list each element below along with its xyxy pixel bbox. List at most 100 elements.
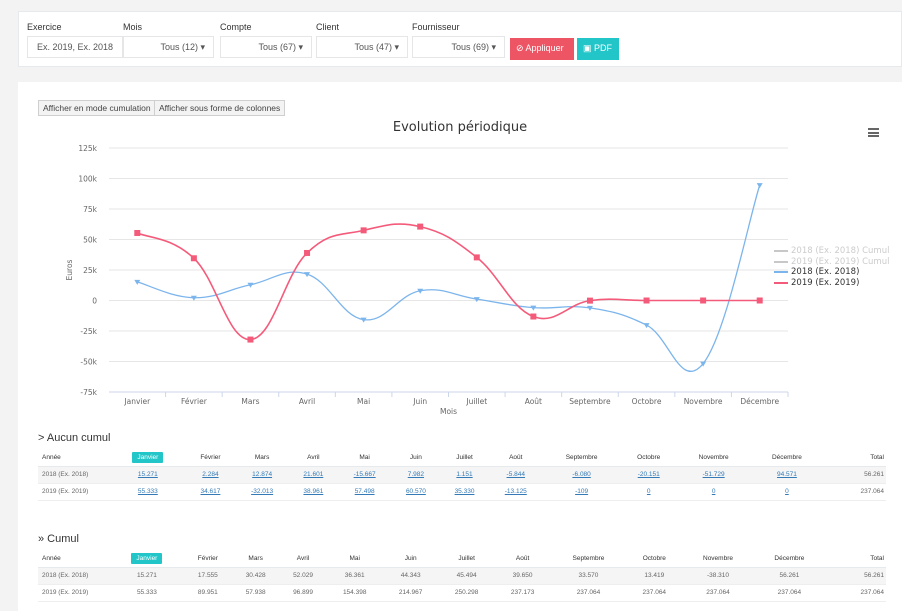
value-link[interactable]: 57.498 <box>355 488 375 495</box>
table-cell: 44.343 <box>382 567 439 585</box>
value-link[interactable]: -5.844 <box>507 471 525 478</box>
column-header[interactable]: Avril <box>279 550 327 568</box>
y-tick-label: 100k <box>78 175 97 184</box>
table-cell: 1.151 <box>440 466 489 484</box>
column-header[interactable]: Novembre <box>682 550 754 568</box>
column-header[interactable]: Octobre <box>620 449 677 467</box>
value-link[interactable]: 94.571 <box>777 471 797 478</box>
column-header[interactable]: Décembre <box>753 550 826 568</box>
fournisseur-select[interactable]: Tous (69) ▾ <box>412 36 505 58</box>
table-cell: 0 <box>676 483 751 501</box>
column-header[interactable]: Mai <box>337 449 392 467</box>
table-cell: 39.650 <box>494 567 551 585</box>
table-cell: 21.601 <box>289 466 338 484</box>
column-header[interactable]: Février <box>183 550 232 568</box>
table-row: 2019 (Ex. 2019) 55.333 34.617 -32.013 38.961… <box>38 483 886 501</box>
chart-legend: 2018 (Ex. 2018) Cumul 2019 (Ex. 2019) Cum… <box>774 246 889 288</box>
column-header[interactable]: Mars <box>231 550 280 568</box>
table-cell: 0 <box>750 483 824 501</box>
mois-select[interactable]: Tous (12) ▾ <box>123 36 214 58</box>
y-tick-label: 125k <box>78 144 97 153</box>
column-header[interactable]: Septembre <box>542 449 621 467</box>
column-header[interactable]: Total <box>825 550 886 568</box>
y-tick-label: 0 <box>92 297 97 306</box>
data-point-square <box>643 297 650 304</box>
filter-mois: Mois Tous (12) ▾ <box>123 22 214 58</box>
table-cell: -13.125 <box>488 483 543 501</box>
column-header[interactable]: Juillet <box>438 550 495 568</box>
table-cell: 154.398 <box>326 584 383 602</box>
column-header[interactable]: Octobre <box>626 550 683 568</box>
column-header[interactable]: Août <box>494 550 551 568</box>
value-link[interactable]: 12.874 <box>252 471 272 478</box>
value-link[interactable]: 1.151 <box>456 471 472 478</box>
legend-item[interactable]: 2019 (Ex. 2019) <box>774 278 889 289</box>
column-header[interactable]: Mars <box>235 449 290 467</box>
table-cell: 2018 (Ex. 2018) <box>38 466 110 484</box>
value-link[interactable]: 55.333 <box>138 488 158 495</box>
legend-item[interactable]: 2018 (Ex. 2018) Cumul <box>774 246 889 257</box>
column-header[interactable]: Juillet <box>440 449 489 467</box>
value-link[interactable]: 35.330 <box>455 488 475 495</box>
value-link[interactable]: 38.961 <box>303 488 323 495</box>
column-header[interactable]: Juin <box>382 550 439 568</box>
x-tick-label: Novembre <box>684 397 723 406</box>
value-link[interactable]: -20.151 <box>638 471 660 478</box>
filter-label: Mois <box>123 22 143 32</box>
value-link[interactable]: -13.125 <box>505 488 527 495</box>
legend-label: 2018 (Ex. 2018) Cumul <box>791 246 890 257</box>
exercice-select[interactable]: Ex. 2019, Ex. 2018 <box>27 36 123 58</box>
column-header[interactable]: Janvier <box>110 550 184 568</box>
table-cell: 237.064 <box>550 584 627 602</box>
column-header[interactable]: Juin <box>391 449 441 467</box>
legend-swatch <box>774 281 788 284</box>
column-header[interactable]: Décembre <box>750 449 824 467</box>
column-header[interactable]: Avril <box>289 449 338 467</box>
client-select[interactable]: Tous (47) ▾ <box>316 36 408 58</box>
column-header[interactable]: Total <box>823 449 886 467</box>
column-header[interactable]: Août <box>488 449 543 467</box>
column-header[interactable]: Mai <box>326 550 383 568</box>
compte-select[interactable]: Tous (67) ▾ <box>220 36 312 58</box>
value-link[interactable]: 7.982 <box>408 471 424 478</box>
y-tick-label: -25k <box>80 327 97 336</box>
table-cell: 2018 (Ex. 2018) <box>38 567 110 585</box>
pdf-button[interactable]: ▣ PDF <box>577 38 619 60</box>
table-cell: -32.013 <box>235 483 290 501</box>
column-header[interactable]: Janvier <box>110 449 186 467</box>
value-link[interactable]: -15.667 <box>354 471 376 478</box>
table-cell: 2019 (Ex. 2019) <box>38 483 110 501</box>
legend-label: 2019 (Ex. 2019) <box>791 277 860 288</box>
value-link[interactable]: 60.570 <box>406 488 426 495</box>
table-header-row: Année Janvier Février Mars Avril Mai Juin Juill… <box>38 449 886 467</box>
column-header[interactable]: Février <box>185 449 236 467</box>
value-link[interactable]: 21.601 <box>303 471 323 478</box>
table-cell: 34.617 <box>185 483 236 501</box>
value-link[interactable]: -6.080 <box>572 471 590 478</box>
value-link[interactable]: 0 <box>647 488 651 495</box>
value-link[interactable]: -32.013 <box>251 488 273 495</box>
active-month-badge[interactable]: Janvier <box>132 451 164 463</box>
column-header[interactable]: Septembre <box>550 550 627 568</box>
table-cell: 13.419 <box>626 567 683 585</box>
data-point-square <box>190 255 197 262</box>
value-link[interactable]: 0 <box>785 488 789 495</box>
table-cumul: Année Janvier Février Mars Avril Mai Juin Juill… <box>38 550 886 602</box>
legend-label: 2019 (Ex. 2019) Cumul <box>791 256 890 267</box>
table-row: 2018 (Ex. 2018) 15.271 17.555 30.428 52.029 3… <box>38 567 886 585</box>
legend-item[interactable]: 2018 (Ex. 2018) <box>774 267 889 278</box>
value-link[interactable]: 0 <box>712 488 716 495</box>
table-cell: 237.173 <box>494 584 551 602</box>
series-line-2 <box>137 184 761 373</box>
value-link[interactable]: 34.617 <box>200 488 220 495</box>
value-link[interactable]: 2.284 <box>202 471 218 478</box>
value-link[interactable]: 15.271 <box>138 471 158 478</box>
legend-item[interactable]: 2019 (Ex. 2019) Cumul <box>774 257 889 268</box>
table-cell: 60.570 <box>391 483 441 501</box>
value-link[interactable]: -51.729 <box>703 471 725 478</box>
active-month-badge[interactable]: Janvier <box>131 552 163 564</box>
column-header[interactable]: Novembre <box>676 449 751 467</box>
apply-button[interactable]: ⊘ Appliquer <box>510 38 574 60</box>
section-title-cumul: » Cumul <box>38 533 79 545</box>
value-link[interactable]: -109 <box>575 488 588 495</box>
